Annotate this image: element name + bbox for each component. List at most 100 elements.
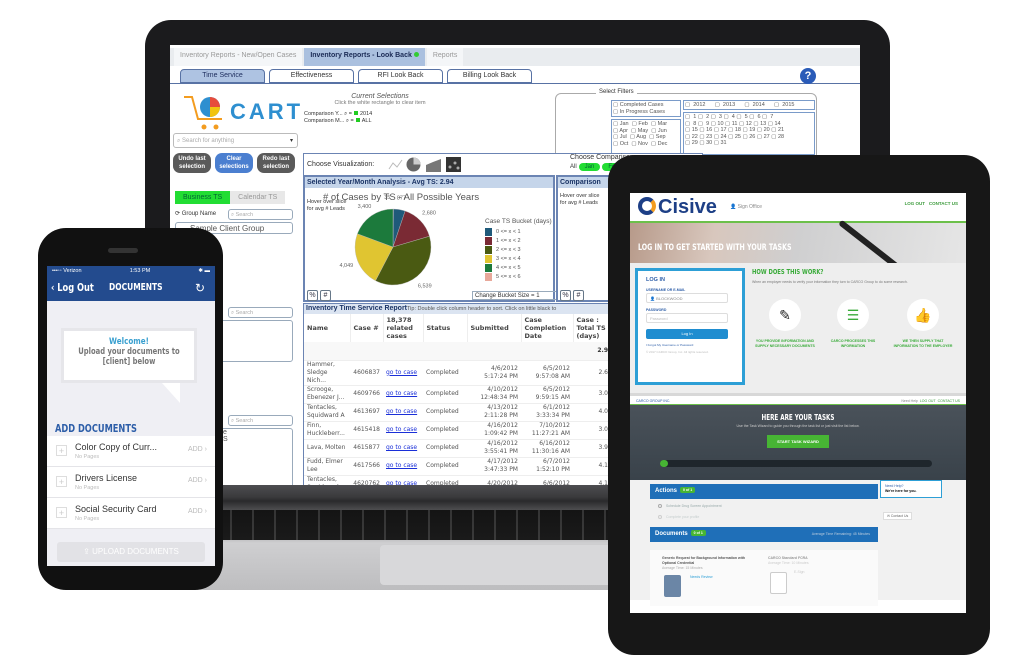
status-bar: •••◦◦ Verizon 1:53 PM ✱ ▬ xyxy=(47,266,215,276)
log-out-link[interactable]: LOG OUT xyxy=(920,399,936,403)
table-row[interactable]: Lava, Molten 4615877 go to case Completed 4/… xyxy=(304,439,624,458)
password-input[interactable]: Password xyxy=(646,313,728,323)
forgot-link[interactable]: I Forgot My Username or Password xyxy=(646,343,742,347)
table-row[interactable]: Tentacles, Squidward A 4613697 go to case C… xyxy=(304,403,624,422)
tab-billing-look-back[interactable]: Billing Look Back xyxy=(447,69,532,83)
add-button[interactable]: ADD › xyxy=(188,477,207,484)
table-cell: go to case xyxy=(383,439,423,458)
table-row[interactable]: Fudd, Elmer Lee 4617566 go to case Complete… xyxy=(304,457,624,476)
legend-item[interactable]: 4 <= x < 5 xyxy=(485,264,521,272)
list-search-input-2[interactable]: ⌕ Search xyxy=(228,415,293,426)
day-filter[interactable]: ▢ 1 ▢ 2 ▢ 3 ▢ 4 ▢ 5 ▢ 6 ▢ 7 ▢ 8 ▢ 9 ▢ 10… xyxy=(683,112,815,155)
document-row[interactable]: + Drivers License No Pages ADD › xyxy=(47,467,215,498)
column-header[interactable]: Case Completion Date xyxy=(521,314,574,342)
legend-item[interactable]: 0 <= x < 1 xyxy=(485,228,521,236)
pie-chart-icon[interactable] xyxy=(406,157,421,172)
start-task-wizard-button[interactable]: START TASK WIZARD xyxy=(767,435,829,448)
clear-selections-button[interactable]: Clear selections xyxy=(215,153,253,173)
add-button[interactable]: ADD › xyxy=(188,508,207,515)
column-header[interactable]: Case # xyxy=(350,314,384,342)
action-item[interactable]: Schedule Drug Screen Appointment xyxy=(658,504,722,509)
redo-button[interactable]: Redo last selection xyxy=(257,153,295,173)
go-to-case-link[interactable]: go to case xyxy=(386,408,417,415)
column-header[interactable]: Name xyxy=(304,314,351,342)
column-header[interactable]: Submitted xyxy=(467,314,522,342)
tab-time-service[interactable]: Time Service xyxy=(180,69,265,83)
contact-us-link[interactable]: CONTACT US xyxy=(929,201,958,206)
table-cell: Lava, Molten xyxy=(304,439,350,458)
need-help-link[interactable]: Need Help xyxy=(901,399,918,403)
contact-us-button[interactable]: ✉ Contact Us xyxy=(883,512,913,520)
tab-new-open-cases[interactable]: Inventory Reports - New/Open Cases xyxy=(174,48,303,66)
tab-look-back[interactable]: Inventory Reports - Look Back xyxy=(304,48,425,66)
column-header[interactable]: Case : Total TS (days) xyxy=(573,314,612,342)
undo-button[interactable]: Undo last selection xyxy=(173,153,211,173)
selection-list: Comparison Y... ⌕ = 2014 Comparison M... … xyxy=(304,111,372,125)
table-cell: go to case xyxy=(383,475,423,485)
tab-reports[interactable]: Reports xyxy=(426,48,464,66)
doc-card-option[interactable]: E-Sign xyxy=(794,570,858,575)
log-in-button[interactable]: Log In xyxy=(646,329,728,339)
list-search-input[interactable]: ⌕ Search xyxy=(228,307,293,318)
tab-effectiveness[interactable]: Effectiveness xyxy=(269,69,354,83)
month-option[interactable]: Jan xyxy=(578,163,601,171)
go-to-case-link[interactable]: go to case xyxy=(386,369,417,376)
contact-us-link[interactable]: CONTACT US xyxy=(938,399,960,403)
table-row[interactable]: Finn, Huckleberr... 4615418 go to case Comp… xyxy=(304,421,624,440)
add-button[interactable]: ADD › xyxy=(188,446,207,453)
bucket-size-control[interactable]: Change Bucket Size = 1 xyxy=(472,291,557,300)
search-placeholder: Search xyxy=(235,310,254,316)
action-item[interactable]: Complete your profile xyxy=(658,515,700,520)
selection-item[interactable]: Comparison M... ⌕ = ALL xyxy=(304,118,372,125)
count-button[interactable]: # xyxy=(320,290,331,301)
percent-button[interactable]: % xyxy=(560,290,571,301)
legend-item[interactable]: 1 <= x < 2 xyxy=(485,237,521,245)
table-row[interactable]: Hammer, Sledge Nich... 4606837 go to case C… xyxy=(304,360,624,386)
action-label: Complete your profile xyxy=(666,515,700,519)
group-search-input[interactable]: ⌕ Search xyxy=(228,209,293,220)
all-option[interactable]: All xyxy=(570,164,577,170)
table-cell: Tentacles, Squidward A xyxy=(304,403,350,422)
legend-item[interactable]: 2 <= x < 3 xyxy=(485,246,521,254)
status-filter[interactable]: ▢ Completed Cases ▢ In Progress Cases xyxy=(611,100,681,117)
actions-bar[interactable]: Actions 0 of 1 xyxy=(650,484,878,499)
upload-documents-button[interactable]: ⇪ UPLOAD DOCUMENTS xyxy=(57,542,205,562)
business-ts-button[interactable]: Business TS xyxy=(175,191,231,204)
go-to-case-link[interactable]: go to case xyxy=(386,390,417,397)
search-placeholder: Search xyxy=(235,212,254,218)
search-anything-input[interactable]: ⌕ Search for anything ▾ xyxy=(173,133,298,148)
table-row[interactable]: Tentacles, Squidward...4620762go to case… xyxy=(304,475,624,485)
document-row[interactable]: + Color Copy of Curr... No Pages ADD › xyxy=(47,436,215,467)
cisive-logo[interactable]: Cisive xyxy=(638,196,717,219)
year-filter[interactable]: ▢ 2012 ▢ 2013 ▢ 2014 ▢ 2015 xyxy=(683,100,815,110)
legend-item[interactable]: 5 <= x < 6 xyxy=(485,273,521,281)
table-row[interactable]: Scrooge, Ebenezer J... 4609766 go to case C… xyxy=(304,385,624,404)
go-to-case-link[interactable]: go to case xyxy=(386,444,417,451)
tab-rfi-look-back[interactable]: RFI Look Back xyxy=(358,69,443,83)
selection-item[interactable]: Comparison Y... ⌕ = 2014 xyxy=(304,111,372,118)
username-input[interactable]: 👤 BLOCKWOOD xyxy=(646,293,728,303)
document-row[interactable]: + Social Security Card No Pages ADD › xyxy=(47,498,215,529)
column-header[interactable]: Status xyxy=(423,314,468,342)
log-out-link[interactable]: LOG OUT xyxy=(905,201,926,206)
column-header[interactable]: 18,378 related cases xyxy=(383,314,424,342)
doc-card-option[interactable]: Needs Review xyxy=(690,575,752,580)
percent-button[interactable]: % xyxy=(307,290,318,301)
documents-bar[interactable]: Documents 0 of 1 Average Time Remaining: 4… xyxy=(650,527,878,542)
go-to-case-link[interactable]: go to case xyxy=(386,480,417,485)
line-chart-icon[interactable] xyxy=(388,157,403,172)
help-icon[interactable]: ? xyxy=(800,68,816,84)
legend-item[interactable]: 3 <= x < 4 xyxy=(485,255,521,263)
refresh-icon[interactable]: ↻ xyxy=(195,281,205,295)
go-to-case-link[interactable]: go to case xyxy=(386,462,417,469)
calendar-ts-button[interactable]: Calendar TS xyxy=(230,191,286,204)
log-out-button[interactable]: ‹ Log Out xyxy=(51,281,94,294)
area-chart-icon[interactable] xyxy=(426,157,441,172)
count-button[interactable]: # xyxy=(573,290,584,301)
month-filter[interactable]: ▢ Jan ▢ Feb ▢ Mar ▢ Apr ▢ May ▢ Jun ▢ Ju… xyxy=(611,119,681,155)
table-cell: Completed xyxy=(423,475,467,485)
table-cell: Completed xyxy=(423,457,467,476)
table-cell: Tentacles, Squidward... xyxy=(304,475,350,485)
scatter-chart-icon[interactable] xyxy=(446,157,461,172)
go-to-case-link[interactable]: go to case xyxy=(386,426,417,433)
